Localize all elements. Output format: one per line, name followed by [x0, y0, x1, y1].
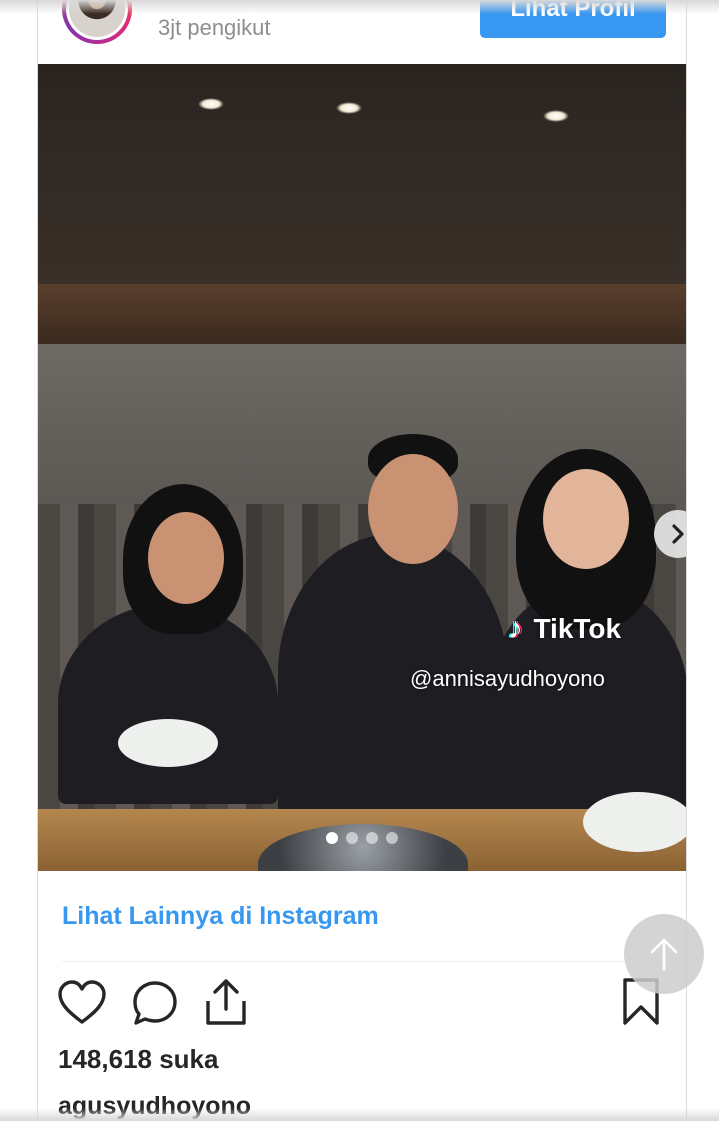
tiktok-brand: TikTok [533, 613, 622, 644]
scene-bowl [118, 719, 218, 767]
scene-light [543, 110, 569, 122]
comment-button[interactable] [130, 978, 180, 1028]
follower-count: 3jt pengikut [158, 15, 271, 40]
comment-icon [133, 981, 177, 1025]
chevron-right-icon [672, 524, 684, 544]
tiktok-watermark: ♪ TikTok [508, 612, 621, 646]
carousel-dots [326, 832, 398, 844]
share-icon [206, 979, 246, 1025]
scene-bowl [583, 792, 686, 852]
scene-light [336, 102, 362, 114]
carousel-dot[interactable] [346, 832, 358, 844]
view-more-on-instagram-link[interactable]: Lihat Lainnya di Instagram [62, 902, 379, 931]
share-button[interactable] [202, 976, 250, 1028]
scene-ceiling [38, 64, 686, 294]
scene-face-left [148, 512, 224, 604]
top-shadow [0, 0, 719, 14]
carousel-dot[interactable] [326, 832, 338, 844]
bottom-shadow [0, 1108, 719, 1121]
heart-icon [58, 980, 106, 1024]
scene-face-center [368, 454, 458, 564]
like-button[interactable] [56, 978, 108, 1028]
tiktok-logo-icon: ♪ [508, 612, 523, 645]
scene-light [198, 98, 224, 110]
post-media[interactable]: ♪ TikTok @annisayudhoyono [38, 64, 686, 871]
carousel-dot[interactable] [386, 832, 398, 844]
carousel-dot[interactable] [366, 832, 378, 844]
arrow-up-icon [650, 938, 678, 971]
like-count[interactable]: 148,618 suka [58, 1044, 218, 1075]
scene-beam [38, 284, 686, 344]
scene-person-left [58, 604, 278, 804]
scene-face-right [543, 469, 629, 569]
divider [62, 961, 662, 962]
tiktok-handle: @annisayudhoyono [410, 666, 605, 691]
scroll-to-top-button[interactable] [624, 914, 704, 994]
